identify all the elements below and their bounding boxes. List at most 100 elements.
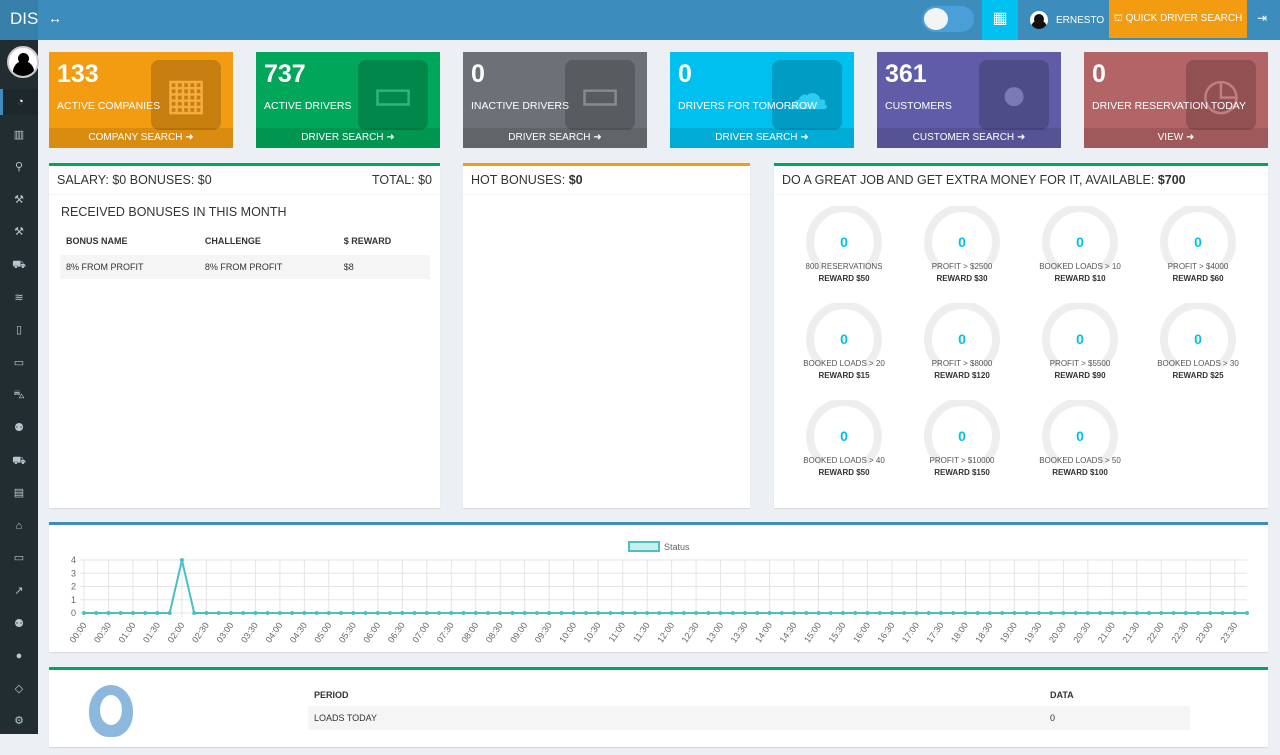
- stat-link[interactable]: CUSTOMER SEARCH ➜: [877, 128, 1061, 148]
- calculator-icon[interactable]: ▦: [982, 0, 1018, 40]
- stat-label: CUSTOMERS: [885, 100, 952, 112]
- x-tick-label: 08:00: [459, 620, 480, 644]
- dashboard-icon[interactable]: ◔: [0, 89, 38, 115]
- data-point: [1061, 611, 1066, 615]
- data-point: [510, 611, 515, 615]
- data-point: [816, 611, 821, 615]
- column-header: BONUS NAME: [66, 236, 128, 246]
- data-point: [1208, 611, 1213, 615]
- user-tag-icon[interactable]: ⚉: [0, 611, 38, 637]
- gauge-label: PROFIT > $2500: [931, 262, 993, 271]
- stat-link[interactable]: COMPANY SEARCH ➜: [49, 128, 233, 148]
- user-truck-icon[interactable]: ⚉: [0, 415, 38, 441]
- search-icon[interactable]: ⚲: [0, 154, 38, 180]
- data-point: [669, 611, 674, 615]
- reward-gauge: 0 PROFIT > $4000 REWARD $60: [1143, 206, 1253, 283]
- x-tick-label: 21:00: [1096, 620, 1117, 644]
- data-point: [583, 611, 588, 615]
- gauge-label: BOOKED LOADS > 20: [803, 359, 885, 368]
- gauge-reward: REWARD $60: [1172, 274, 1224, 283]
- map-marker-icon[interactable]: ●: [0, 643, 38, 669]
- data-point: [473, 611, 478, 615]
- car-icon[interactable]: ⛍: [0, 382, 38, 408]
- y-tick-label: 0: [71, 608, 76, 618]
- x-tick-label: 23:30: [1218, 620, 1239, 644]
- x-tick-label: 10:00: [557, 620, 578, 644]
- data-point: [167, 611, 172, 615]
- bank-icon[interactable]: ⌂: [0, 513, 38, 539]
- data-point: [534, 611, 539, 615]
- stat-link-label: DRIVER SEARCH: [715, 132, 798, 143]
- gauge-reward: REWARD $50: [818, 274, 870, 283]
- truck-loading-icon[interactable]: ⛟: [0, 448, 38, 474]
- gauge-label: PROFIT > $5500: [1049, 359, 1111, 368]
- data-point: [608, 611, 613, 615]
- stat-link[interactable]: DRIVER SEARCH ➜: [256, 128, 440, 148]
- gauge-label: PROFIT > $8000: [931, 359, 993, 368]
- sidebar-avatar[interactable]: [7, 46, 39, 78]
- bonuses-table: BONUS NAME CHALLENGE $ REWARD 8% FROM PROF…: [60, 227, 430, 279]
- document-icon[interactable]: ▤: [0, 480, 38, 506]
- user-menu[interactable]: ERNESTO: [1030, 0, 1104, 40]
- line-chart-icon[interactable]: ↗: [0, 578, 38, 604]
- data-point: [755, 611, 760, 615]
- data-point: [1147, 611, 1152, 615]
- bar-chart-icon[interactable]: ▥: [0, 122, 38, 148]
- gauge-reward: REWARD $100: [1052, 468, 1108, 477]
- y-tick-label: 3: [71, 568, 76, 578]
- diamond-icon[interactable]: ◇: [0, 676, 38, 702]
- data-point: [730, 611, 735, 615]
- reward-gauge: 0 BOOKED LOADS > 40 REWARD $50: [789, 400, 899, 477]
- building-icon[interactable]: ▯: [0, 317, 38, 343]
- y-tick-label: 2: [71, 582, 76, 592]
- data-point: [522, 611, 527, 615]
- stat-link[interactable]: VIEW ➜: [1084, 128, 1268, 148]
- y-tick-label: 4: [71, 555, 76, 565]
- challenge-cell: 8% FROM PROFIT: [204, 262, 283, 272]
- data-point: [204, 611, 209, 615]
- sidebar-toggle-icon[interactable]: ↔: [48, 10, 62, 26]
- logout-icon[interactable]: ⇥: [1257, 11, 1267, 25]
- stat-link[interactable]: DRIVER SEARCH ➜: [463, 128, 647, 148]
- address-card-icon[interactable]: ▭: [0, 545, 38, 571]
- x-tick-label: 14:00: [753, 620, 774, 644]
- cogs-icon[interactable]: ⚙: [0, 708, 38, 734]
- stat-label: ACTIVE DRIVERS: [264, 100, 352, 112]
- data-point: [216, 611, 221, 615]
- gauge-reward: REWARD $10: [1054, 274, 1106, 283]
- data-point: [498, 611, 503, 615]
- quick-driver-search-button[interactable]: ⛫ QUICK DRIVER SEARCH: [1109, 0, 1247, 38]
- x-tick-label: 07:30: [435, 620, 456, 644]
- data-point: [620, 611, 625, 615]
- hammer-icon[interactable]: ⚒: [0, 187, 38, 213]
- reward-gauge: 0 PROFIT > $10000 REWARD $150: [907, 400, 1017, 477]
- id-card-icon[interactable]: ▭: [0, 350, 38, 376]
- theme-toggle[interactable]: [922, 6, 974, 32]
- data-point: [963, 611, 968, 615]
- stat-link[interactable]: DRIVER SEARCH ➜: [670, 128, 854, 148]
- gauge-value: 0: [1076, 234, 1084, 250]
- stat-link-label: VIEW: [1157, 132, 1184, 143]
- x-tick-label: 14:30: [778, 620, 799, 644]
- database-icon[interactable]: ≋: [0, 285, 38, 311]
- stat-value: 361: [885, 60, 927, 88]
- stat-label: ACTIVE COMPANIES: [57, 100, 161, 112]
- data-point: [1098, 611, 1103, 615]
- extra-money-label: DO A GREAT JOB AND GET EXTRA MONEY FOR I…: [782, 173, 1155, 187]
- data-point: [461, 611, 466, 615]
- data-point: [1049, 611, 1054, 615]
- x-tick-label: 05:30: [337, 620, 358, 644]
- x-tick-label: 06:00: [361, 620, 382, 644]
- quick-driver-search-label: QUICK DRIVER SEARCH: [1125, 13, 1243, 24]
- truck-icon[interactable]: ⛟: [0, 252, 38, 278]
- app-logo[interactable]: DISPATCH: [0, 0, 38, 40]
- data-point: [559, 611, 564, 615]
- column-header: $ REWARD: [343, 236, 392, 246]
- data-point: [877, 611, 882, 615]
- table-row: LOADS TODAY 0: [308, 706, 1190, 730]
- gavel-icon[interactable]: ⚒: [0, 219, 38, 245]
- gauge-value: 0: [958, 234, 966, 250]
- stat-label: DRIVER RESERVATION TODAY: [1092, 100, 1247, 112]
- data-point: [657, 611, 662, 615]
- data-point: [792, 611, 797, 615]
